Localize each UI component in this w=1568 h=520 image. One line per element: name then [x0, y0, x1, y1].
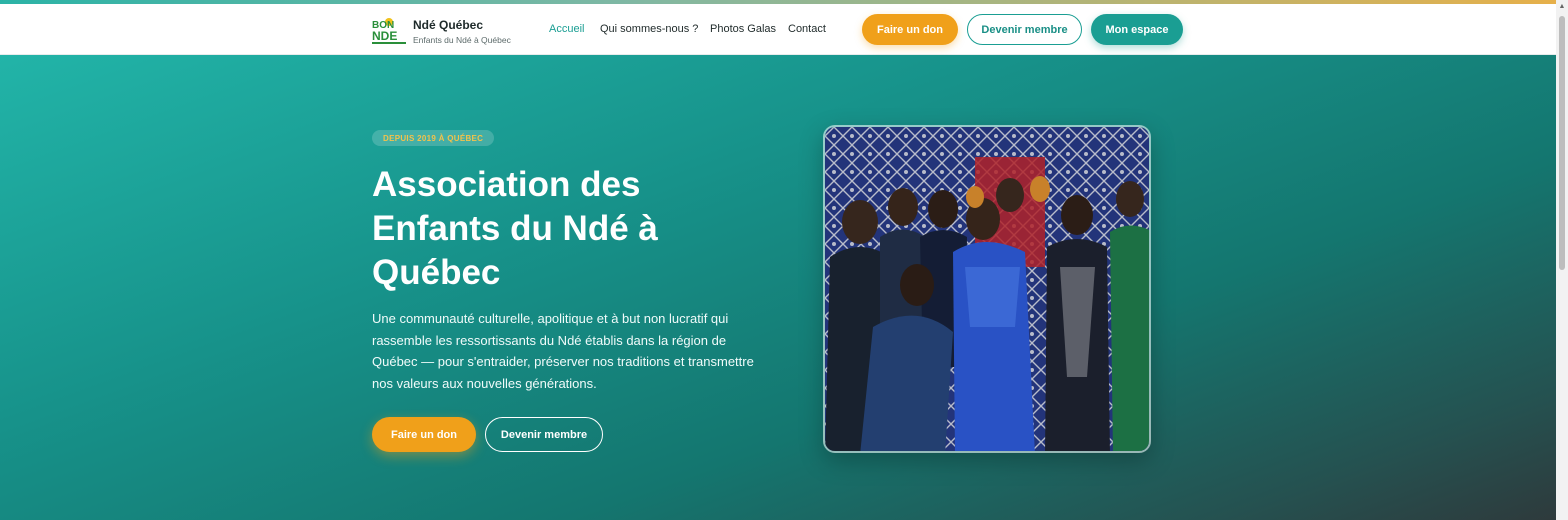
svg-text:NDE: NDE — [372, 29, 397, 43]
since-badge: DEPUIS 2019 À QUÉBEC — [372, 130, 495, 146]
logo-icon[interactable]: BON NDE — [371, 14, 407, 46]
hero-section: DEPUIS 2019 À QUÉBEC Association des Enf… — [0, 55, 1556, 520]
nav-qui-sommes-nous[interactable]: Qui sommes-nous ? — [600, 23, 698, 35]
hero-donate-button[interactable]: Faire un don — [372, 417, 476, 452]
nav-accueil[interactable]: Accueil — [549, 23, 584, 35]
site-header: BON NDE Ndé Québec Enfants du Ndé à Québ… — [0, 4, 1556, 55]
scrollbar-thumb[interactable] — [1559, 16, 1565, 270]
brand-subtitle: Enfants du Ndé à Québec — [413, 35, 511, 45]
header-become-member-button[interactable]: Devenir membre — [967, 14, 1082, 45]
nav-photos-galas[interactable]: Photos Galas — [710, 23, 776, 35]
scroll-up-icon[interactable]: ▲ — [1558, 3, 1566, 11]
header-my-space-button[interactable]: Mon espace — [1091, 14, 1183, 45]
hero-become-member-button[interactable]: Devenir membre — [485, 417, 603, 452]
header-donate-button[interactable]: Faire un don — [862, 14, 958, 45]
hero-title: Association des Enfants du Ndé à Québec — [372, 165, 658, 292]
hero-description: Une communauté culturelle, apolitique et… — [372, 311, 754, 391]
page-scrollbar[interactable]: ▲ — [1556, 0, 1568, 520]
brand-title[interactable]: Ndé Québec — [413, 18, 483, 32]
group-photo — [823, 125, 1151, 453]
nav-contact[interactable]: Contact — [788, 23, 826, 35]
